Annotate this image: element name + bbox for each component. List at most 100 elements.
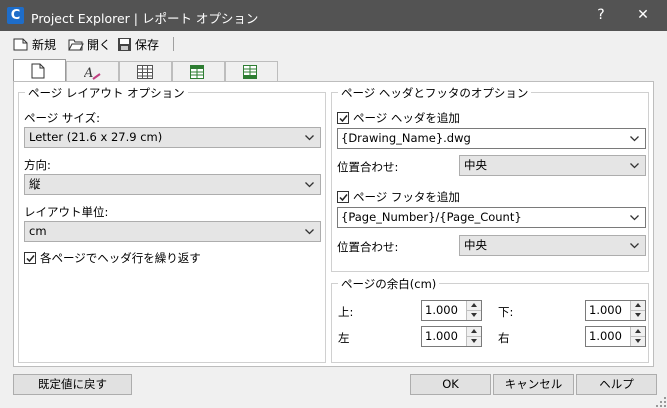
chevron-down-icon: [630, 136, 639, 142]
margin-left-label: 左: [338, 331, 350, 345]
add-header-label: ページ ヘッダを追加: [353, 111, 460, 125]
chevron-down-icon: [305, 229, 314, 235]
header-footer-group-title: ページ ヘッダとフッタのオプション: [338, 85, 532, 101]
page-size-label: ページ サイズ:: [24, 111, 100, 125]
checkmark-icon: [26, 255, 35, 263]
spinner-buttons: [466, 301, 481, 320]
arrow-up-icon: [471, 329, 477, 333]
tab-text-style[interactable]: A: [66, 61, 119, 81]
new-document-icon: [13, 38, 28, 50]
page-size-value: Letter (21.6 x 27.9 cm): [29, 130, 163, 144]
page-layout-group-title: ページ レイアウト オプション: [25, 85, 188, 101]
text-style-icon: A: [84, 66, 101, 81]
spin-up-button[interactable]: [631, 327, 645, 337]
header-text-value: {Drawing_Name}.dwg: [341, 131, 471, 145]
app-logo-icon: C: [7, 7, 24, 24]
orientation-value: 縦: [29, 177, 41, 191]
margin-top-value: 1.000: [425, 303, 458, 317]
open-button[interactable]: 開く: [68, 35, 111, 53]
help-title-button[interactable]: ?: [579, 0, 623, 31]
spin-up-button[interactable]: [631, 301, 645, 311]
footer-align-label: 位置合わせ:: [337, 240, 399, 254]
chevron-down-icon: [630, 215, 639, 221]
arrow-up-icon: [471, 303, 477, 307]
window-title: Project Explorer | レポート オプション: [31, 11, 259, 26]
repeat-header-label: 各ページでヘッダ行を繰り返す: [40, 251, 201, 265]
save-button-label: 保存: [135, 37, 160, 52]
orientation-dropdown[interactable]: 縦: [24, 174, 321, 195]
table-footer-icon: [243, 65, 257, 79]
margin-bottom-spinner[interactable]: 1.000: [585, 300, 646, 321]
margin-right-value: 1.000: [589, 329, 622, 343]
new-button[interactable]: 新規: [13, 35, 56, 53]
arrow-down-icon: [471, 339, 477, 343]
header-align-dropdown[interactable]: 中央: [459, 155, 646, 176]
arrow-down-icon: [471, 313, 477, 317]
page-size-dropdown[interactable]: Letter (21.6 x 27.9 cm): [24, 127, 321, 148]
spin-up-button[interactable]: [467, 327, 481, 337]
checkbox-box: [337, 112, 349, 124]
checkmark-icon: [339, 115, 348, 123]
chevron-down-icon: [305, 182, 314, 188]
spin-down-button[interactable]: [467, 311, 481, 320]
spin-up-button[interactable]: [467, 301, 481, 311]
add-header-checkbox[interactable]: ページ ヘッダを追加: [337, 110, 460, 126]
chevron-down-icon: [630, 163, 639, 169]
ok-button[interactable]: OK: [410, 374, 491, 395]
tab-table-header[interactable]: [172, 61, 225, 81]
toolbar-separator: [173, 37, 174, 51]
spin-down-button[interactable]: [467, 337, 481, 346]
help-button[interactable]: ヘルプ: [576, 374, 657, 395]
table-icon: [137, 65, 153, 79]
svg-text:A: A: [84, 66, 93, 81]
reset-defaults-button[interactable]: 既定値に戻す: [13, 374, 132, 395]
footer-align-dropdown[interactable]: 中央: [459, 235, 646, 256]
title-bar: C Project Explorer | レポート オプション ? ✕: [0, 0, 667, 31]
header-align-value: 中央: [464, 158, 487, 172]
layout-units-label: レイアウト単位:: [24, 205, 109, 219]
tab-table-footer[interactable]: [225, 61, 278, 81]
tab-table[interactable]: [119, 61, 172, 81]
arrow-down-icon: [635, 313, 641, 317]
margin-top-label: 上:: [338, 305, 354, 319]
spinner-buttons: [630, 301, 645, 320]
margin-bottom-value: 1.000: [589, 303, 622, 317]
page-icon: [31, 63, 45, 79]
page-layout-panel: ページ レイアウト オプション ページ サイズ: Letter (21.6 x …: [13, 81, 654, 367]
margin-right-label: 右: [498, 331, 510, 345]
close-window-button[interactable]: ✕: [621, 0, 665, 31]
footer-text-value: {Page_Number}/{Page_Count}: [341, 210, 522, 224]
margin-left-value: 1.000: [425, 329, 458, 343]
new-button-label: 新規: [32, 37, 57, 52]
header-align-label: 位置合わせ:: [337, 160, 399, 174]
arrow-up-icon: [635, 303, 641, 307]
margin-top-spinner[interactable]: 1.000: [421, 300, 482, 321]
cancel-button[interactable]: キャンセル: [493, 374, 574, 395]
margin-left-spinner[interactable]: 1.000: [421, 326, 482, 347]
spin-down-button[interactable]: [631, 337, 645, 346]
open-button-label: 開く: [87, 37, 112, 52]
resize-grip-icon[interactable]: [656, 397, 666, 407]
spinner-buttons: [466, 327, 481, 346]
add-footer-checkbox[interactable]: ページ フッタを追加: [337, 189, 460, 205]
open-folder-icon: [68, 39, 84, 50]
tab-page-layout[interactable]: [13, 59, 66, 82]
repeat-header-checkbox[interactable]: 各ページでヘッダ行を繰り返す: [24, 250, 201, 266]
layout-units-dropdown[interactable]: cm: [24, 221, 321, 242]
margins-group-title: ページの余白(cm): [338, 276, 440, 292]
save-button[interactable]: 保存: [117, 35, 159, 53]
toolbar: 新規 開く 保存: [0, 31, 667, 57]
header-footer-group: ページ ヘッダとフッタのオプション ページ ヘッダを追加 {Drawing_Na…: [331, 85, 649, 272]
arrow-up-icon: [635, 329, 641, 333]
checkbox-box: [24, 252, 36, 264]
header-text-combo[interactable]: {Drawing_Name}.dwg: [337, 128, 646, 149]
page-layout-group: ページ レイアウト オプション ページ サイズ: Letter (21.6 x …: [18, 85, 326, 363]
save-disk-icon: [118, 37, 131, 51]
margin-right-spinner[interactable]: 1.000: [585, 326, 646, 347]
margin-bottom-label: 下:: [498, 305, 514, 319]
footer-align-value: 中央: [464, 238, 487, 252]
spin-down-button[interactable]: [631, 311, 645, 320]
footer-text-combo[interactable]: {Page_Number}/{Page_Count}: [337, 207, 646, 228]
checkbox-box: [337, 191, 349, 203]
orientation-label: 方向:: [24, 158, 51, 172]
